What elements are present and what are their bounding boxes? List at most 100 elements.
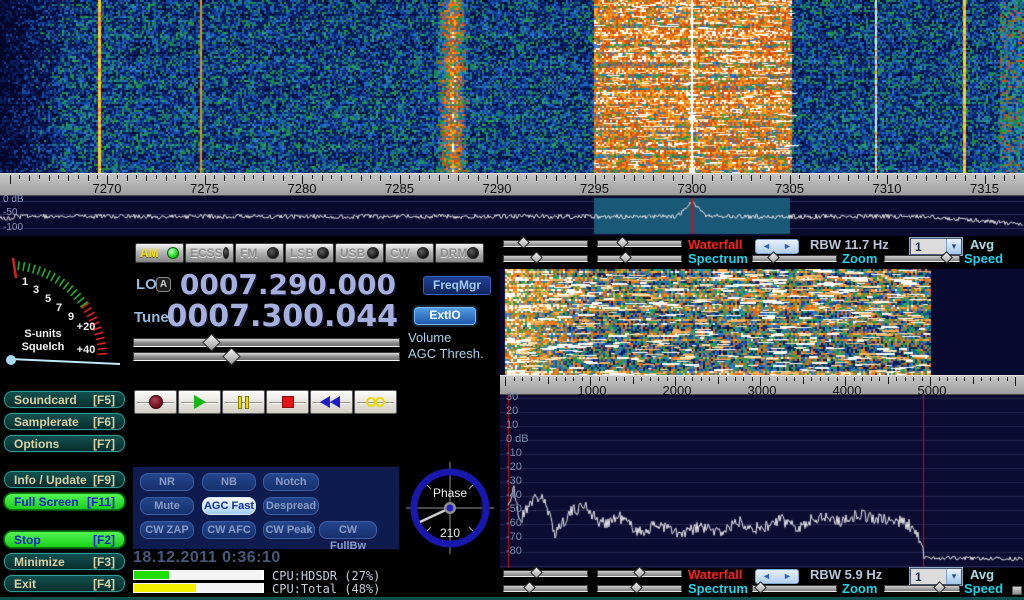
volume-slider-thumb[interactable] <box>202 333 220 351</box>
dsp-despread-button[interactable]: Despread <box>263 497 319 515</box>
dsp-cw-peak-button[interactable]: CW Peak <box>263 521 315 539</box>
freq-tick <box>837 377 838 381</box>
button-fkey: [F11] <box>87 496 115 508</box>
dsp-cw-fullbw-button[interactable]: CW FullBw <box>319 521 377 539</box>
upper-shift-arrows-button[interactable]: ◄► <box>755 239 799 254</box>
mode-fm[interactable]: FM <box>235 243 284 263</box>
left-arrow-icon[interactable]: ◄ <box>762 242 771 251</box>
transport-loop-button[interactable] <box>354 390 397 414</box>
freq-tick <box>653 175 654 181</box>
upper-speed-slider[interactable] <box>884 255 960 262</box>
lower-spectrum-contrast-slider[interactable] <box>597 585 682 592</box>
button-full-screen[interactable]: Full Screen[F11] <box>4 493 125 510</box>
transport-pause-button[interactable] <box>222 390 265 414</box>
dsp-nb-button[interactable]: NB <box>202 473 256 491</box>
mode-ecss[interactable]: ECSS <box>185 243 234 263</box>
lower-waterfall-contrast-slider[interactable] <box>597 570 682 577</box>
upper-waterfall-contrast-slider[interactable] <box>597 240 682 247</box>
upper-spectrum-contrast-slider-thumb[interactable] <box>619 251 632 264</box>
mode-drm[interactable]: DRM <box>435 243 484 263</box>
upper-waterfall-brightness-slider-thumb[interactable] <box>517 236 530 249</box>
extio-button[interactable]: ExtIO <box>412 305 478 327</box>
audio-waterfall-display[interactable] <box>500 269 1024 375</box>
button-samplerate[interactable]: Samplerate[F6] <box>4 413 125 430</box>
freq-tick <box>546 175 547 179</box>
agc-threshold-slider[interactable] <box>133 352 400 361</box>
mode-am[interactable]: AM <box>135 243 184 263</box>
freqmgr-button[interactable]: FreqMgr <box>423 276 491 295</box>
lower-avg-select[interactable]: 1▾ <box>910 568 962 585</box>
upper-spectrum-contrast-slider[interactable] <box>597 255 682 262</box>
mode-led-icon <box>367 247 379 259</box>
squelch-needle-hub[interactable] <box>6 355 16 365</box>
mode-cw[interactable]: CW <box>385 243 434 263</box>
transport-record-button[interactable] <box>134 390 177 414</box>
upper-waterfall-contrast-slider-thumb[interactable] <box>616 236 629 249</box>
audio-spectrum-canvas[interactable] <box>500 395 1024 568</box>
audio-frequency-scale[interactable]: 10002000300040005000 <box>500 375 1024 395</box>
freq-tick <box>361 175 362 181</box>
transport-rewind-button[interactable] <box>310 390 353 414</box>
upper-avg-select[interactable]: 1▾ <box>910 238 962 255</box>
dsp-cw-zap-button[interactable]: CW ZAP <box>140 521 194 539</box>
transport-play-button[interactable] <box>178 390 221 414</box>
lo-auto-button[interactable]: A <box>156 277 171 292</box>
tune-frequency-display[interactable]: 0007.300.044 <box>166 299 398 334</box>
dsp-notch-button[interactable]: Notch <box>263 473 319 491</box>
button-stop[interactable]: Stop[F2] <box>4 531 125 548</box>
button-info-update[interactable]: Info / Update[F9] <box>4 471 125 488</box>
freq-tick <box>409 175 410 179</box>
volume-slider[interactable] <box>133 338 400 347</box>
lower-waterfall-brightness-slider-thumb[interactable] <box>530 566 543 579</box>
db-label: 20 <box>506 405 518 417</box>
lo-frequency-display[interactable]: 0007.290.000 <box>178 268 396 301</box>
audio-spectrum-display[interactable]: 3020100 dB-10-20-30-40-50-60-70-80 <box>500 395 1024 568</box>
mode-label: LSB <box>290 246 314 260</box>
overview-spectrum-canvas[interactable] <box>0 196 1024 236</box>
main-waterfall-display[interactable] <box>0 0 1024 173</box>
right-arrow-icon[interactable]: ► <box>783 242 792 251</box>
upper-rbw-label: RBW 11.7 Hz <box>810 237 889 252</box>
lower-spectrum-brightness-slider-thumb[interactable] <box>523 581 536 594</box>
lower-speed-label: Speed <box>964 581 1003 596</box>
button-exit[interactable]: Exit[F4] <box>4 575 125 592</box>
button-fkey: [F2] <box>93 534 115 546</box>
resize-grip[interactable] <box>1012 586 1022 595</box>
dsp-agc-fast-button[interactable]: AGC Fast <box>202 497 256 515</box>
lower-waterfall-brightness-slider[interactable] <box>503 570 588 577</box>
agc-threshold-slider-thumb[interactable] <box>222 347 240 365</box>
squelch-needle[interactable] <box>10 359 120 364</box>
dsp-nr-button[interactable]: NR <box>140 473 194 491</box>
lower-spectrum-contrast-slider-thumb[interactable] <box>630 581 643 594</box>
button-minimize[interactable]: Minimize[F3] <box>4 553 125 570</box>
dsp-cw-afc-button[interactable]: CW AFC <box>202 521 256 539</box>
freq-tick <box>1014 175 1015 179</box>
button-soundcard[interactable]: Soundcard[F5] <box>4 391 125 408</box>
main-frequency-scale[interactable]: 7270727572807285729072957300730573107315 <box>0 173 1024 196</box>
right-arrow-icon[interactable]: ► <box>783 572 792 581</box>
dsp-mute-button[interactable]: Mute <box>140 497 194 515</box>
lower-waterfall-contrast-slider-thumb[interactable] <box>633 566 646 579</box>
mode-usb[interactable]: USB <box>335 243 384 263</box>
dropdown-arrow-icon[interactable]: ▾ <box>946 569 961 584</box>
button-options[interactable]: Options[F7] <box>4 435 125 452</box>
lower-speed-slider[interactable] <box>884 585 960 592</box>
freq-tick <box>751 175 752 181</box>
dropdown-arrow-icon[interactable]: ▾ <box>946 239 961 254</box>
play-icon <box>194 395 206 409</box>
freq-tick <box>888 377 889 384</box>
s-meter: 1 3 5 7 9 +20 +40 S-units Squelch <box>2 242 128 382</box>
upper-spectrum-brightness-slider[interactable] <box>503 255 588 262</box>
upper-spectrum-brightness-slider-thumb[interactable] <box>530 251 543 264</box>
lower-avg-label: Avg <box>970 567 994 582</box>
lo-label: LO <box>136 276 157 293</box>
freq-tick <box>726 377 727 381</box>
overview-spectrum[interactable]: 0 dB-50-100 <box>0 196 1024 236</box>
lower-zoom-slider[interactable] <box>752 585 837 592</box>
transport-stop-button[interactable] <box>266 390 309 414</box>
left-arrow-icon[interactable]: ◄ <box>762 572 771 581</box>
lower-spectrum-brightness-slider[interactable] <box>503 585 588 592</box>
upper-waterfall-brightness-slider[interactable] <box>503 240 588 247</box>
upper-zoom-slider[interactable] <box>752 255 837 262</box>
mode-lsb[interactable]: LSB <box>285 243 334 263</box>
